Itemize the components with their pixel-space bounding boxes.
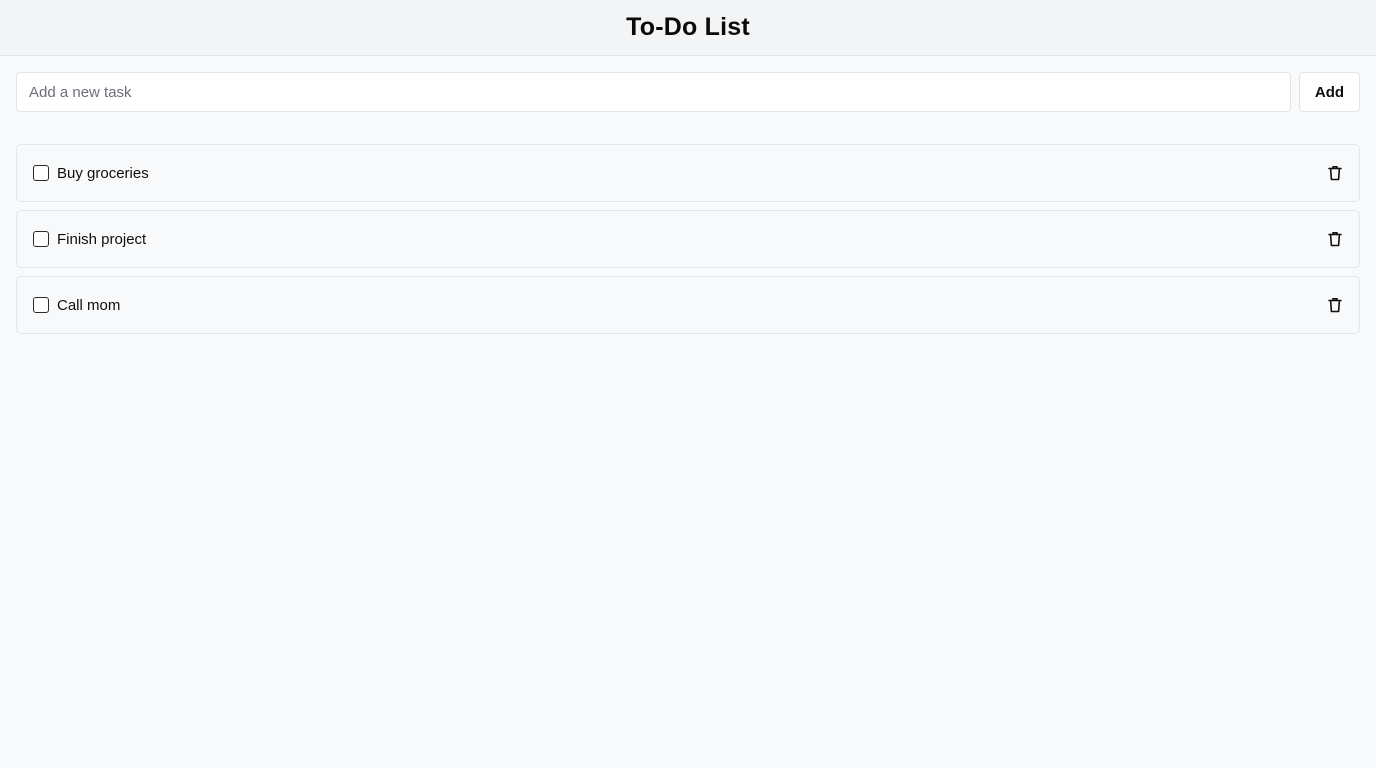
task-label: Call mom: [57, 296, 121, 314]
add-task-button[interactable]: Add: [1299, 72, 1360, 112]
task-checkbox[interactable]: [33, 231, 49, 247]
task-label: Buy groceries: [57, 164, 149, 182]
trash-icon: [1328, 165, 1342, 181]
add-task-row: Add: [16, 72, 1360, 112]
trash-icon: [1328, 231, 1342, 247]
delete-task-button[interactable]: [1323, 293, 1347, 317]
trash-icon: [1328, 297, 1342, 313]
task-item: Finish project: [16, 210, 1360, 268]
task-checkbox[interactable]: [33, 297, 49, 313]
task-list: Buy groceries Finish project Call mom: [16, 144, 1360, 342]
delete-task-button[interactable]: [1323, 161, 1347, 185]
task-item: Buy groceries: [16, 144, 1360, 202]
app-header: To-Do List: [0, 0, 1376, 56]
page-title: To-Do List: [626, 13, 750, 41]
new-task-input[interactable]: [16, 72, 1291, 112]
delete-task-button[interactable]: [1323, 227, 1347, 251]
task-item: Call mom: [16, 276, 1360, 334]
task-label: Finish project: [57, 230, 147, 248]
task-checkbox[interactable]: [33, 165, 49, 181]
